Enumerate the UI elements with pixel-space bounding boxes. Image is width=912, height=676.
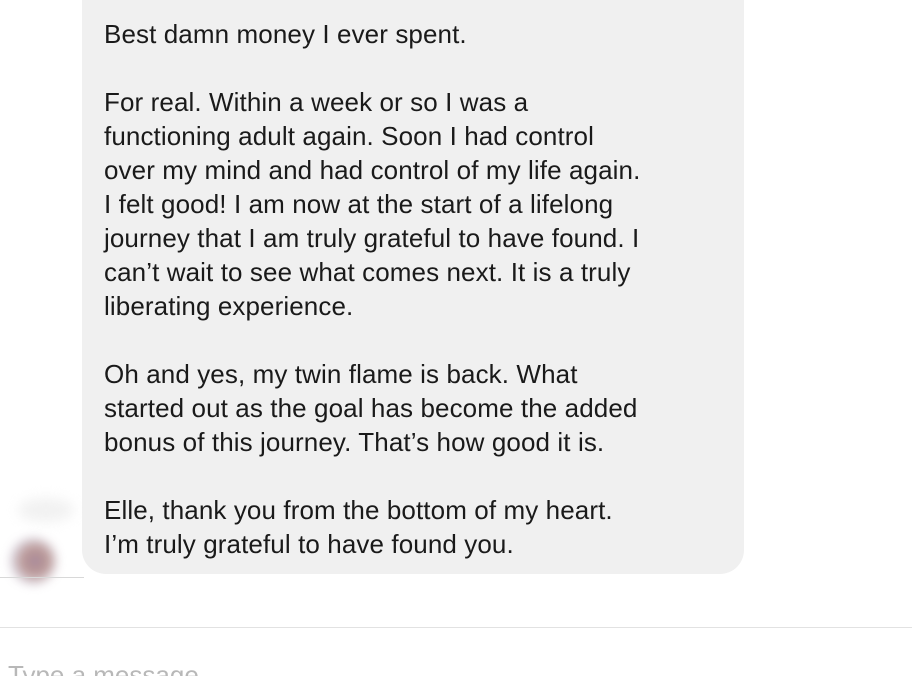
avatar-divider — [0, 577, 84, 578]
avatar-shadow — [18, 498, 74, 522]
message-paragraph: Elle, thank you from the bottom of my he… — [104, 495, 613, 559]
message-paragraph: For real. Within a week or so I was a fu… — [104, 87, 641, 321]
message-input[interactable] — [8, 660, 408, 676]
message-paragraph: Oh and yes, my twin flame is back. What … — [104, 359, 638, 457]
chat-screen: Best damn money I ever spent. For real. … — [0, 0, 912, 676]
message-body: Best damn money I ever spent. For real. … — [104, 17, 724, 561]
composer-divider — [0, 627, 912, 628]
message-paragraph: Best damn money I ever spent. — [104, 19, 467, 49]
